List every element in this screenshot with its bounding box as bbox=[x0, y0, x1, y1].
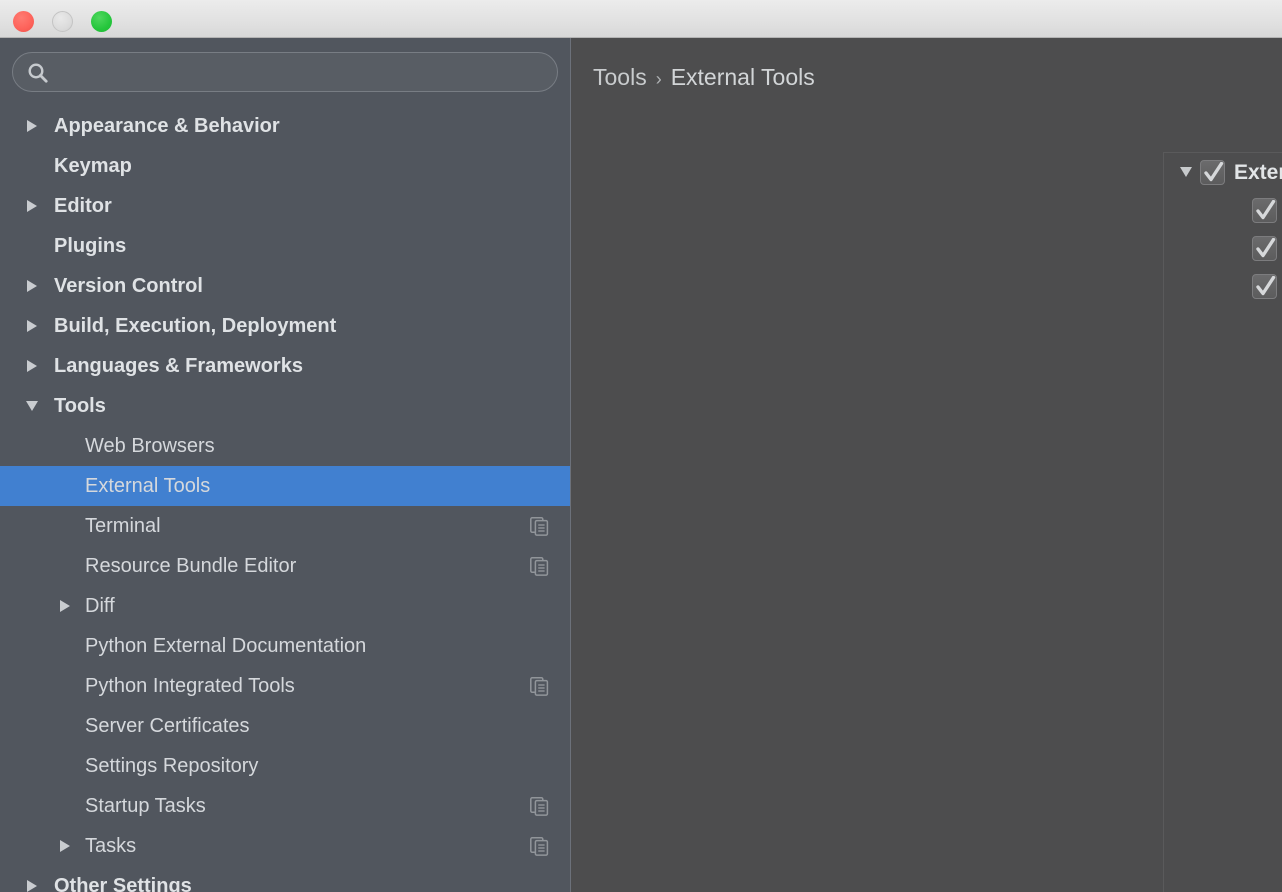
breadcrumb-current: External Tools bbox=[670, 64, 815, 90]
settings-sidebar: Appearance & Behavior Keymap Editor Plugins… bbox=[0, 38, 571, 892]
sidebar-item-label: Settings Repository bbox=[85, 755, 259, 777]
minimize-button[interactable] bbox=[52, 11, 73, 32]
sidebar-item-web-browsers[interactable]: Web Browsers bbox=[0, 426, 570, 466]
breadcrumb-parent[interactable]: Tools bbox=[593, 64, 647, 91]
sidebar-item-label: Terminal bbox=[85, 515, 161, 537]
tree-checkbox[interactable] bbox=[1252, 235, 1277, 261]
chevron-right-icon[interactable] bbox=[25, 359, 39, 373]
sidebar-item-settings-repository[interactable]: Settings Repository bbox=[0, 746, 570, 786]
sidebar-item-python-external-documentation[interactable]: Python External Documentation bbox=[0, 626, 570, 666]
sidebar-item-external-tools[interactable]: External Tools bbox=[0, 466, 570, 506]
tree-row[interactable]: ndk-build bbox=[1164, 229, 1282, 267]
tree-row-root[interactable]: External Tools bbox=[1164, 153, 1282, 191]
chevron-right-icon[interactable] bbox=[25, 319, 39, 333]
preferences-window: Appearance & Behavior Keymap Editor Plugins… bbox=[0, 0, 1282, 892]
sidebar-item-python-integrated-tools[interactable]: Python Integrated Tools bbox=[0, 666, 570, 706]
copy-settings-icon[interactable] bbox=[530, 677, 549, 696]
sidebar-item-label: Python External Documentation bbox=[85, 635, 367, 657]
settings-detail-panel: Tools › External Tools External Tools jav… bbox=[571, 38, 1282, 892]
window-content: Appearance & Behavior Keymap Editor Plugins… bbox=[0, 38, 1282, 892]
search-container bbox=[0, 38, 570, 92]
settings-nav-list: Appearance & Behavior Keymap Editor Plugins… bbox=[0, 106, 570, 892]
chevron-right-icon[interactable] bbox=[25, 199, 39, 213]
sidebar-item-label: Tools bbox=[54, 395, 106, 417]
zoom-button[interactable] bbox=[91, 11, 112, 32]
sidebar-item-keymap[interactable]: Keymap bbox=[0, 146, 570, 186]
tree-row-label: External Tools bbox=[1234, 160, 1282, 184]
chevron-right-icon[interactable] bbox=[58, 839, 72, 853]
tree-row[interactable]: javah bbox=[1164, 191, 1282, 229]
sidebar-item-plugins[interactable]: Plugins bbox=[0, 226, 570, 266]
tree-checkbox[interactable] bbox=[1252, 273, 1277, 299]
tree-row[interactable]: ndk-build clean bbox=[1164, 267, 1282, 305]
sidebar-item-editor[interactable]: Editor bbox=[0, 186, 570, 226]
chevron-down-icon[interactable] bbox=[1172, 167, 1200, 177]
tree-checkbox[interactable] bbox=[1252, 197, 1277, 223]
sidebar-item-label: Build, Execution, Deployment bbox=[54, 315, 337, 337]
search-icon bbox=[27, 62, 49, 84]
copy-settings-icon[interactable] bbox=[530, 517, 549, 536]
copy-settings-icon[interactable] bbox=[530, 837, 549, 856]
sidebar-item-label: Plugins bbox=[54, 235, 127, 257]
external-tools-tree-panel: External Tools javahndk-buildndk-build cl… bbox=[1163, 152, 1282, 892]
sidebar-item-label: Startup Tasks bbox=[85, 795, 206, 817]
window-titlebar bbox=[0, 0, 1282, 38]
sidebar-item-terminal[interactable]: Terminal bbox=[0, 506, 570, 546]
tree-checkbox[interactable] bbox=[1200, 159, 1225, 185]
sidebar-item-languages-frameworks[interactable]: Languages & Frameworks bbox=[0, 346, 570, 386]
sidebar-item-label: External Tools bbox=[85, 475, 211, 497]
sidebar-item-startup-tasks[interactable]: Startup Tasks bbox=[0, 786, 570, 826]
sidebar-item-resource-bundle-editor[interactable]: Resource Bundle Editor bbox=[0, 546, 570, 586]
breadcrumb-separator-icon: › bbox=[655, 69, 662, 89]
sidebar-item-label: Languages & Frameworks bbox=[54, 355, 303, 377]
search-box[interactable] bbox=[12, 52, 558, 92]
external-tools-tree: External Tools javahndk-buildndk-build cl… bbox=[1164, 153, 1282, 305]
chevron-right-icon[interactable] bbox=[25, 879, 39, 892]
sidebar-item-server-certificates[interactable]: Server Certificates bbox=[0, 706, 570, 746]
chevron-right-icon[interactable] bbox=[25, 279, 39, 293]
sidebar-item-label: Resource Bundle Editor bbox=[85, 555, 297, 577]
window-controls bbox=[13, 11, 112, 32]
sidebar-item-label: Server Certificates bbox=[85, 715, 250, 737]
close-button[interactable] bbox=[13, 11, 34, 32]
sidebar-item-label: Editor bbox=[54, 195, 112, 217]
sidebar-item-build-execution-deployment[interactable]: Build, Execution, Deployment bbox=[0, 306, 570, 346]
sidebar-item-tasks[interactable]: Tasks bbox=[0, 826, 570, 866]
sidebar-item-appearance-behavior[interactable]: Appearance & Behavior bbox=[0, 106, 570, 146]
breadcrumb: Tools › External Tools bbox=[571, 38, 1282, 91]
sidebar-item-label: Web Browsers bbox=[85, 435, 215, 457]
sidebar-item-other-settings[interactable]: Other Settings bbox=[0, 866, 570, 892]
sidebar-item-label: Python Integrated Tools bbox=[85, 675, 295, 697]
sidebar-item-label: Appearance & Behavior bbox=[54, 115, 280, 137]
chevron-right-icon[interactable] bbox=[25, 119, 39, 133]
search-input[interactable] bbox=[13, 63, 557, 81]
sidebar-item-version-control[interactable]: Version Control bbox=[0, 266, 570, 306]
chevron-right-icon[interactable] bbox=[58, 599, 72, 613]
sidebar-item-tools[interactable]: Tools bbox=[0, 386, 570, 426]
chevron-down-icon[interactable] bbox=[25, 399, 39, 413]
copy-settings-icon[interactable] bbox=[530, 797, 549, 816]
copy-settings-icon[interactable] bbox=[530, 557, 549, 576]
sidebar-item-diff[interactable]: Diff bbox=[0, 586, 570, 626]
sidebar-item-label: Keymap bbox=[54, 155, 132, 177]
